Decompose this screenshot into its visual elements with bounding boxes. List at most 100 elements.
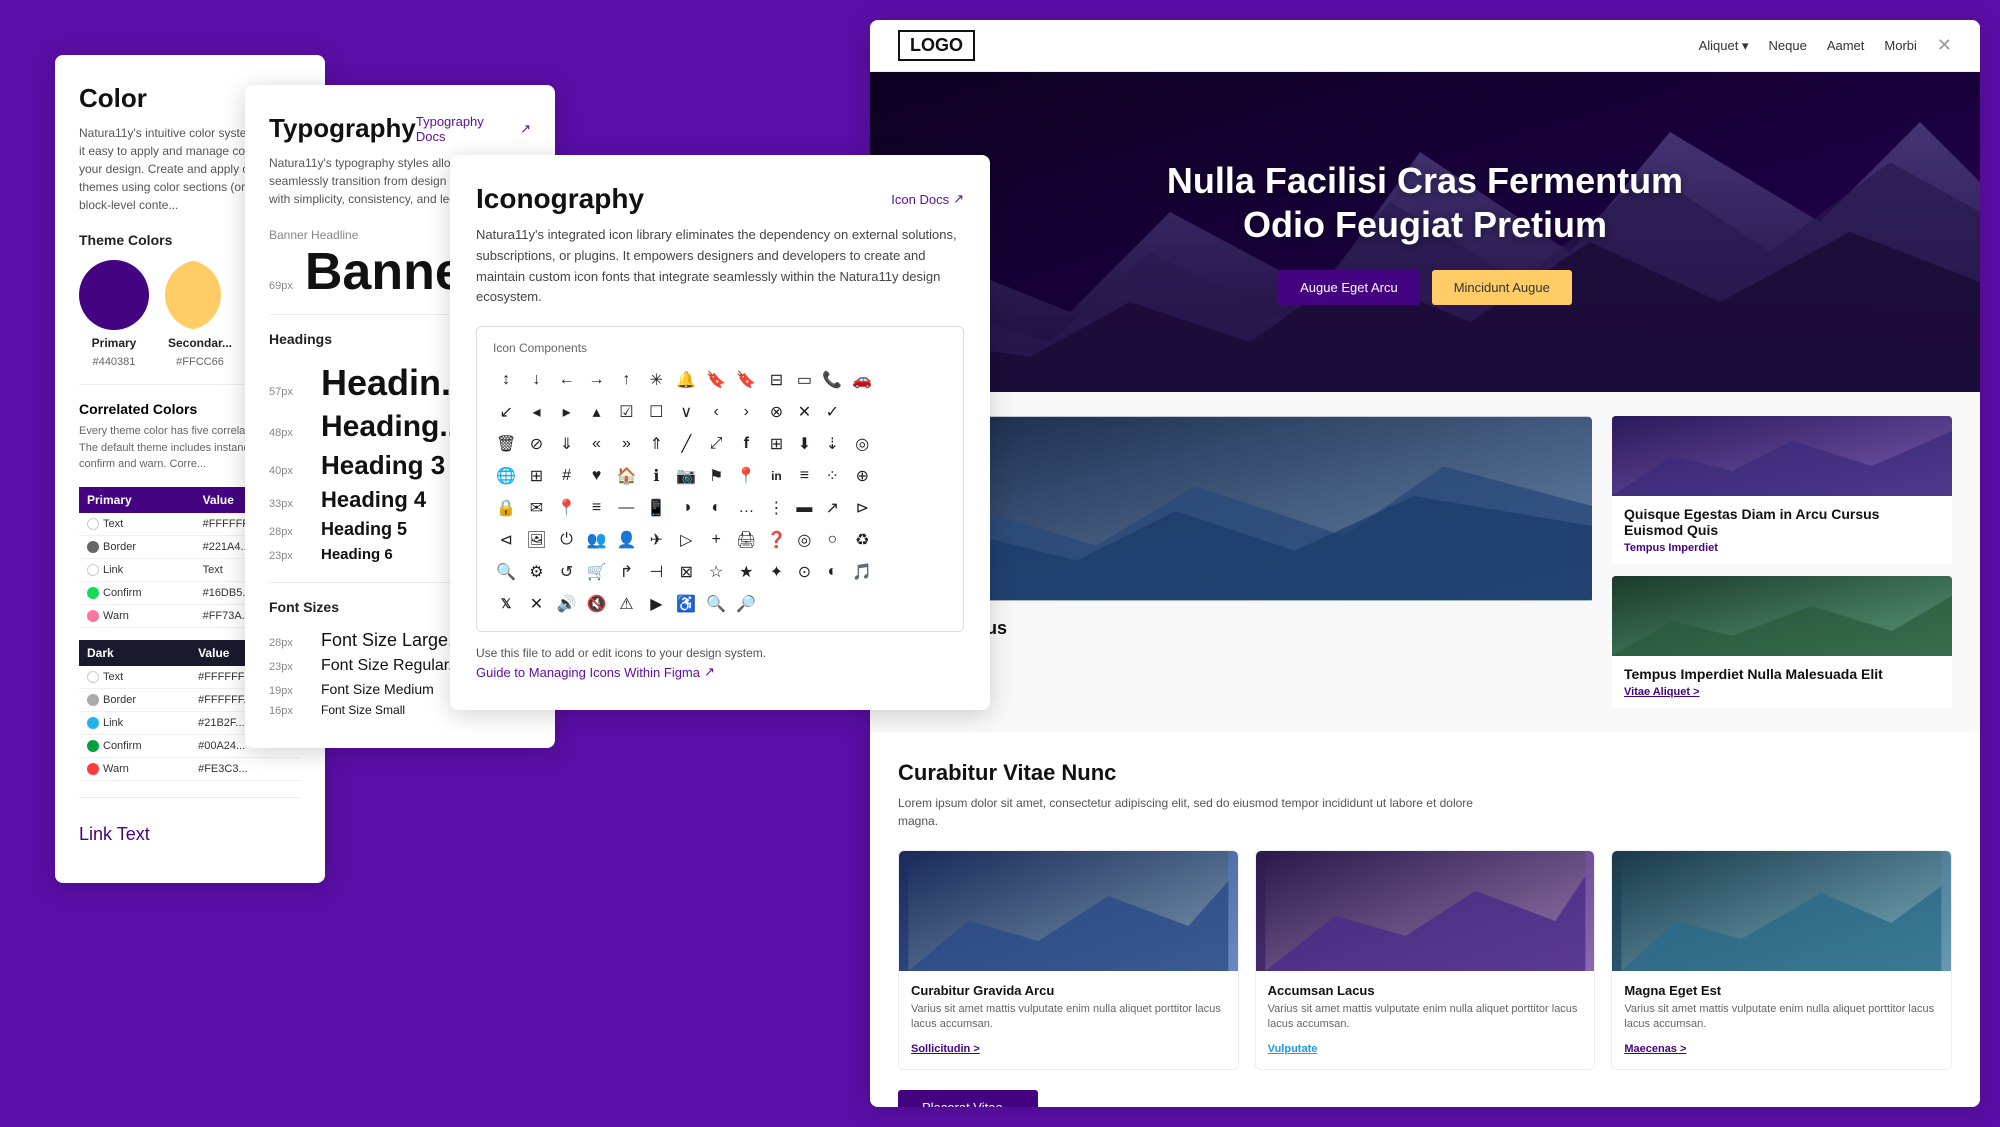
card-2-image	[1256, 851, 1595, 971]
icon-cell: 🔒	[493, 495, 519, 521]
main-card-body: Amet LuctusLectus ipsum >	[898, 606, 1592, 706]
icon-guide-label: Guide to Managing Icons Within Figma	[476, 665, 700, 680]
typography-docs-link[interactable]: Typography Docs ↗	[416, 114, 531, 144]
card-3-link[interactable]: Maecenas >	[1624, 1043, 1686, 1055]
icon-cell: 🔊	[554, 591, 580, 617]
icon-cell	[910, 591, 916, 617]
icon-cell: ♥	[584, 463, 610, 489]
nav-link-aliquet[interactable]: Aliquet ▾	[1699, 38, 1749, 54]
icon-cell	[941, 431, 947, 457]
icon-docs-link[interactable]: Icon Docs ↗	[891, 191, 964, 207]
icon-cell: ⇑	[643, 431, 669, 457]
typography-title: Typography	[269, 113, 416, 144]
icon-cell: ⊗	[763, 399, 789, 425]
icon-cell: #	[554, 463, 580, 489]
hero-content: Nulla Facilisi Cras FermentumOdio Feugia…	[1167, 159, 1683, 304]
icon-cell	[920, 527, 926, 553]
icon-cell: ↗	[819, 495, 845, 521]
icon-cell: 🔍	[493, 559, 519, 585]
icon-cell: ↺	[554, 559, 580, 585]
icon-cell: «	[584, 431, 610, 457]
icon-cell: ←	[554, 367, 580, 393]
icon-cell: 📱	[643, 495, 669, 521]
nav-link-aamet[interactable]: Aamet	[1827, 38, 1865, 53]
card-item-3: Magna Eget Est Varius sit amet mattis vu…	[1611, 850, 1952, 1070]
card-1-text: Varius sit amet mattis vulputate enim nu…	[911, 1002, 1226, 1033]
cell: Link	[79, 711, 190, 734]
icon-cell: ✕	[523, 591, 549, 617]
primary-col-header: Primary	[79, 487, 195, 513]
icon-cell: →	[584, 367, 610, 393]
sidebar-card-1: Quisque Egestas Diam in Arcu Cursus Euis…	[1612, 416, 1952, 564]
h5-size: 28px	[269, 526, 309, 538]
icon-cell	[920, 367, 926, 393]
h4-text: Heading 4	[321, 487, 426, 513]
card-2-text: Varius sit amet mattis vulputate enim nu…	[1268, 1002, 1583, 1033]
card-1-link[interactable]: Sollicitudin >	[911, 1043, 980, 1055]
icon-cell	[889, 399, 895, 425]
icon-cell: ↕	[493, 367, 519, 393]
icon-cell	[930, 367, 936, 393]
icon-cell	[900, 463, 906, 489]
card-item-2: Accumsan Lacus Varius sit amet mattis vu…	[1255, 850, 1596, 1070]
cell: Confirm	[79, 734, 190, 757]
sidebar-card-2-title: Tempus Imperdiet Nulla Malesuada Elit	[1624, 666, 1940, 682]
secondary-swatch-circle	[165, 260, 235, 330]
icon-cell: 👤	[613, 527, 639, 553]
icon-cell: 📷	[673, 463, 699, 489]
cell: Border	[79, 688, 190, 711]
card-2-link[interactable]: Vulputate	[1268, 1043, 1318, 1055]
icon-cell	[900, 495, 906, 521]
icon-cell: 𝕏	[493, 591, 519, 617]
card-item-1: Curabitur Gravida Arcu Varius sit amet m…	[898, 850, 1239, 1070]
hero-buttons: Augue Eget Arcu Mincidunt Augue	[1167, 270, 1683, 305]
icon-guide-link[interactable]: Guide to Managing Icons Within Figma ↗	[476, 664, 715, 680]
icon-cell	[930, 495, 936, 521]
icon-cell: ↙	[493, 399, 519, 425]
icon-cell: ✉	[523, 495, 549, 521]
h2-text: Heading...	[321, 410, 464, 444]
icon-cell	[879, 367, 885, 393]
icon-cell: 🔔	[673, 367, 699, 393]
icon-cell	[941, 559, 947, 585]
section-2-btn[interactable]: Placerat Vitae...	[898, 1090, 1038, 1107]
icon-cell: ╱	[673, 431, 699, 457]
icon-cell	[900, 431, 906, 457]
icon-cell: f	[733, 431, 759, 457]
icon-cell: ◎	[793, 527, 815, 553]
icon-cell	[900, 367, 906, 393]
icon-cell: »	[613, 431, 639, 457]
icon-cell: ♻	[849, 527, 875, 553]
h4-size: 33px	[269, 498, 309, 510]
link-text[interactable]: Link Text	[79, 824, 150, 844]
icon-cell: ▶	[643, 591, 669, 617]
card-3-title: Magna Eget Est	[1624, 983, 1939, 998]
sidebar-card-2-link[interactable]: Vitae Aliquet >	[1624, 686, 1940, 698]
iconography-panel: Iconography Icon Docs ↗ Natura11y's inte…	[450, 155, 990, 710]
icon-cell: ◐	[703, 495, 729, 521]
icon-cell	[763, 591, 789, 617]
icon-cell: ✕	[793, 399, 815, 425]
font-small-size: 16px	[269, 705, 309, 717]
nav-link-neque[interactable]: Neque	[1769, 38, 1807, 53]
icon-cell: 📍	[733, 463, 759, 489]
icon-cell: ⏻	[554, 527, 580, 553]
icon-cell: ⊳	[849, 495, 875, 521]
icon-cell: 🔎	[733, 591, 759, 617]
banner-size: 69px	[269, 280, 293, 292]
icon-cell	[920, 591, 926, 617]
hero-primary-btn[interactable]: Augue Eget Arcu	[1278, 270, 1420, 305]
h1-size: 57px	[269, 386, 309, 398]
dark-col-header: Dark	[79, 640, 190, 666]
nav-close-icon[interactable]: ✕	[1937, 35, 1952, 56]
icon-cell: ◑	[673, 495, 699, 521]
hero-secondary-btn[interactable]: Mincidunt Augue	[1432, 270, 1572, 305]
nav-link-morbi[interactable]: Morbi	[1884, 38, 1917, 53]
icon-cell	[849, 591, 875, 617]
website-logo: LOGO	[898, 30, 975, 61]
cell: Text	[79, 666, 190, 689]
secondary-hex: #FFCC66	[176, 356, 224, 368]
card-3-text: Varius sit amet mattis vulputate enim nu…	[1624, 1002, 1939, 1033]
swatch-secondary: Secondar... #FFCC66	[165, 260, 235, 368]
icon-cell: ◂	[523, 399, 549, 425]
